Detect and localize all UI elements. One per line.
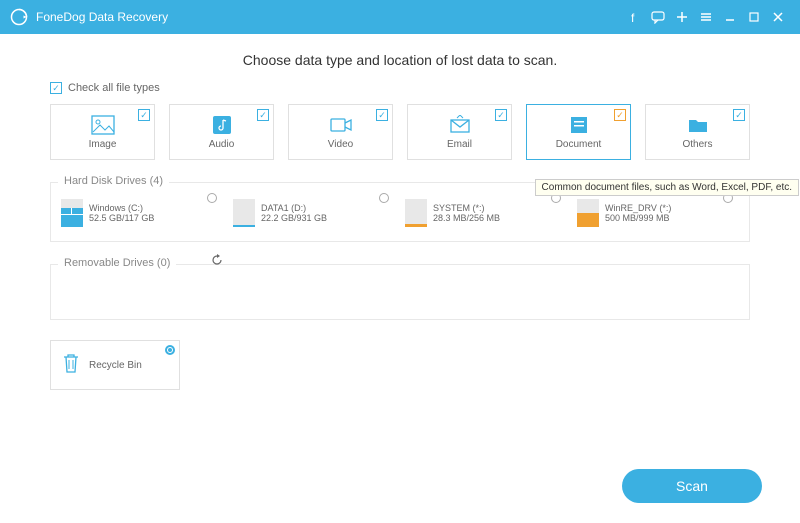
- check-all-toggle[interactable]: Check all file types: [50, 82, 750, 94]
- file-type-row: Image Audio Video Email Document Others: [50, 104, 750, 160]
- feedback-icon[interactable]: [646, 5, 670, 29]
- type-label: Email: [447, 139, 472, 150]
- document-icon: [567, 115, 591, 135]
- drive-usage: 22.2 GB/931 GB: [261, 213, 327, 223]
- drive-name: Windows (C:): [89, 203, 154, 213]
- type-checkbox-icon: [257, 109, 269, 121]
- email-icon: [448, 115, 472, 135]
- type-card-audio[interactable]: Audio: [169, 104, 274, 160]
- facebook-icon[interactable]: f: [622, 5, 646, 29]
- app-title: FoneDog Data Recovery: [36, 10, 168, 24]
- section-removable: Removable Drives (0): [50, 260, 750, 320]
- check-all-checkbox-icon: [50, 82, 62, 94]
- titlebar: FoneDog Data Recovery f: [0, 0, 800, 34]
- drive-item[interactable]: DATA1 (D:)22.2 GB/931 GB: [233, 199, 395, 227]
- section-removable-title: Removable Drives (0): [58, 257, 176, 269]
- type-label: Document: [556, 139, 602, 150]
- drive-item[interactable]: Windows (C:)52.5 GB/117 GB: [61, 199, 223, 227]
- type-card-document[interactable]: Document: [526, 104, 631, 160]
- type-label: Others: [682, 139, 712, 150]
- drive-item[interactable]: WinRE_DRV (*:)500 MB/999 MB: [577, 199, 739, 227]
- svg-text:f: f: [631, 11, 635, 23]
- type-label: Video: [328, 139, 353, 150]
- type-card-email[interactable]: Email: [407, 104, 512, 160]
- recycle-radio-icon: [165, 345, 175, 355]
- drive-name: WinRE_DRV (*:): [605, 203, 671, 213]
- refresh-button[interactable]: [211, 253, 223, 271]
- page-heading: Choose data type and location of lost da…: [50, 52, 750, 68]
- minimize-button[interactable]: [718, 5, 742, 29]
- document-tooltip: Common document files, such as Word, Exc…: [535, 179, 799, 196]
- type-checkbox-icon: [138, 109, 150, 121]
- folder-icon: [686, 115, 710, 135]
- image-icon: [91, 115, 115, 135]
- drive-usage: 28.3 MB/256 MB: [433, 213, 500, 223]
- type-label: Audio: [209, 139, 235, 150]
- drive-name: SYSTEM (*:): [433, 203, 500, 213]
- drive-usage: 500 MB/999 MB: [605, 213, 671, 223]
- menu-icon[interactable]: [694, 5, 718, 29]
- drive-radio[interactable]: [207, 193, 217, 203]
- drive-usage: 52.5 GB/117 GB: [89, 213, 154, 223]
- type-label: Image: [89, 139, 117, 150]
- type-checkbox-icon: [614, 109, 626, 121]
- app-logo-icon: [10, 8, 28, 26]
- check-all-label: Check all file types: [68, 82, 160, 94]
- recycle-label: Recycle Bin: [89, 360, 142, 371]
- plus-icon[interactable]: [670, 5, 694, 29]
- audio-icon: [210, 115, 234, 135]
- drive-usage-bar: [405, 199, 427, 227]
- close-button[interactable]: [766, 5, 790, 29]
- trash-icon: [61, 352, 81, 379]
- recycle-bin-card[interactable]: Recycle Bin: [50, 340, 180, 390]
- drive-item[interactable]: SYSTEM (*:)28.3 MB/256 MB: [405, 199, 567, 227]
- type-checkbox-icon: [495, 109, 507, 121]
- drive-usage-bar: [577, 199, 599, 227]
- drive-usage-bar: [61, 199, 83, 227]
- type-card-video[interactable]: Video: [288, 104, 393, 160]
- type-card-image[interactable]: Image: [50, 104, 155, 160]
- drive-name: DATA1 (D:): [261, 203, 327, 213]
- scan-button[interactable]: Scan: [622, 469, 762, 503]
- type-checkbox-icon: [376, 109, 388, 121]
- drive-usage-bar: [233, 199, 255, 227]
- type-card-others[interactable]: Others: [645, 104, 750, 160]
- type-checkbox-icon: [733, 109, 745, 121]
- maximize-button[interactable]: [742, 5, 766, 29]
- scan-label: Scan: [676, 478, 708, 494]
- section-hdd-title: Hard Disk Drives (4): [58, 175, 169, 187]
- drive-radio[interactable]: [379, 193, 389, 203]
- video-icon: [329, 115, 353, 135]
